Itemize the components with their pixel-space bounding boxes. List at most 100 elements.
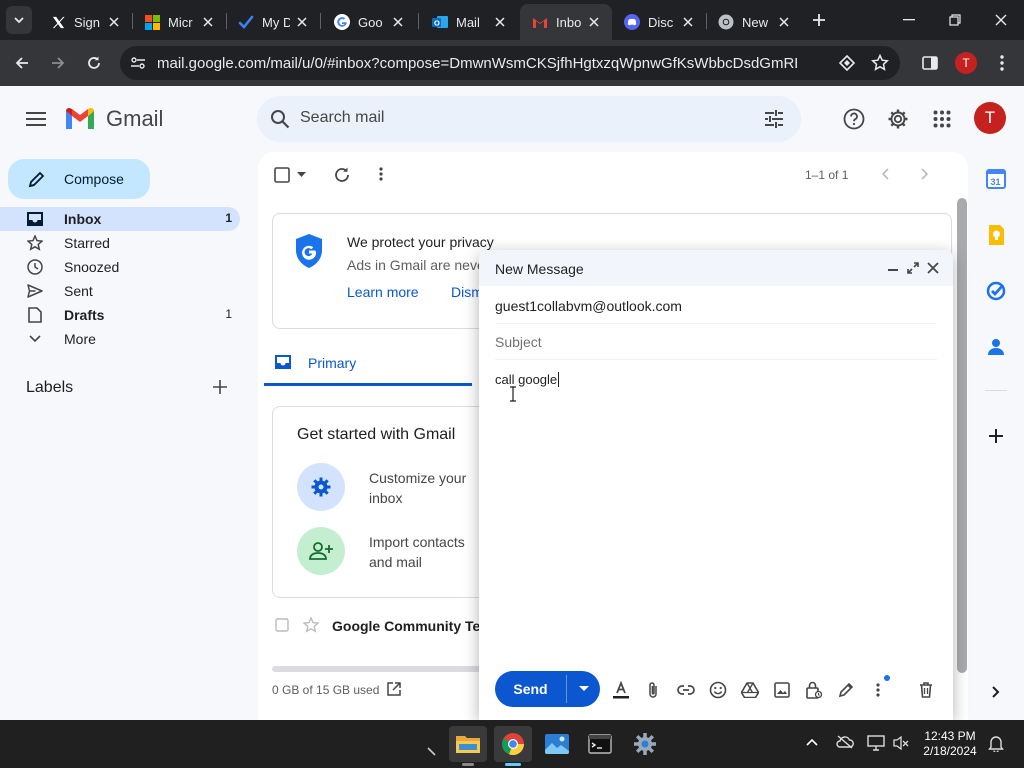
sidebar-item-sent[interactable]: Sent [0, 279, 240, 303]
import-contacts-button[interactable] [297, 527, 345, 575]
display-icon[interactable] [867, 735, 885, 751]
close-icon[interactable] [680, 14, 696, 30]
send-options-button[interactable] [567, 671, 600, 707]
main-menu-button[interactable] [16, 99, 56, 139]
customize-inbox-label[interactable]: Customize your inbox [369, 468, 479, 508]
tab-search-button[interactable] [6, 6, 32, 34]
close-icon[interactable] [927, 262, 939, 274]
onedrive-offline-icon[interactable] [836, 735, 854, 749]
chrome-taskbar-button[interactable] [494, 726, 532, 762]
link-icon[interactable] [675, 679, 697, 701]
tab-my-day[interactable]: My D [226, 4, 320, 40]
emoji-icon[interactable] [707, 679, 729, 701]
sidebar-item-drafts[interactable]: Drafts 1 [0, 303, 240, 327]
sidebar-item-snoozed[interactable]: Snoozed [0, 255, 240, 279]
star-icon[interactable] [303, 617, 319, 633]
drive-icon[interactable] [739, 679, 761, 701]
customize-inbox-button[interactable] [297, 463, 345, 511]
search-input[interactable]: Search mail [300, 109, 384, 127]
notification-bell-icon[interactable] [988, 734, 1004, 752]
settings-taskbar-button[interactable] [626, 726, 664, 762]
send-button[interactable]: Send [495, 671, 566, 707]
site-settings-icon[interactable] [130, 55, 146, 71]
profile-button[interactable]: T [952, 49, 980, 77]
row-checkbox[interactable] [275, 618, 289, 632]
google-apps-button[interactable] [922, 99, 962, 139]
show-hidden-icons-chevron-icon[interactable] [806, 738, 818, 746]
signature-pen-icon[interactable] [835, 679, 857, 701]
keep-app-icon[interactable] [983, 222, 1009, 248]
contacts-app-icon[interactable] [983, 334, 1009, 360]
side-panel-button[interactable] [916, 49, 944, 77]
formatting-icon[interactable] [610, 679, 632, 701]
more-options-icon[interactable] [867, 679, 889, 701]
learn-more-link[interactable]: Learn more [347, 284, 419, 300]
tab-google[interactable]: Goo [322, 4, 416, 40]
show-side-panel-button[interactable] [983, 679, 1009, 705]
insert-photo-icon[interactable] [771, 679, 793, 701]
browser-menu-button[interactable] [988, 49, 1016, 77]
close-icon[interactable] [106, 14, 122, 30]
back-button[interactable] [8, 49, 36, 77]
gmail-logo[interactable]: Gmail [64, 106, 163, 132]
tab-primary[interactable]: Primary [264, 342, 472, 386]
file-explorer-taskbar-button[interactable] [449, 726, 487, 762]
more-vertical-icon[interactable] [379, 167, 383, 181]
tasks-app-icon[interactable] [983, 278, 1009, 304]
tab-x[interactable]: Sign [38, 4, 132, 40]
volume-muted-icon[interactable] [893, 735, 909, 751]
close-icon[interactable] [586, 14, 602, 30]
tab-microsoft[interactable]: Micr [132, 4, 226, 40]
close-icon[interactable] [200, 14, 216, 30]
recipient-field[interactable]: guest1collabvm@outlook.com [495, 298, 682, 314]
extension-icon[interactable] [839, 55, 855, 71]
close-icon[interactable] [294, 14, 310, 30]
chevron-right-icon[interactable] [921, 168, 929, 180]
fullscreen-icon[interactable] [907, 262, 919, 274]
horizontal-scrollbar[interactable] [272, 666, 492, 672]
account-avatar[interactable]: T [974, 102, 1006, 134]
forward-button[interactable] [44, 49, 72, 77]
chevron-left-icon[interactable] [881, 168, 889, 180]
terminal-taskbar-button[interactable] [581, 726, 619, 762]
settings-button[interactable] [878, 99, 918, 139]
discard-draft-icon[interactable] [915, 679, 937, 701]
subject-field[interactable]: Subject [495, 334, 542, 350]
tab-discord[interactable]: Disc [612, 4, 706, 40]
compose-button[interactable]: Compose [8, 159, 150, 199]
import-contacts-label[interactable]: Import contacts and mail [369, 532, 479, 572]
calendar-app-icon[interactable]: 31 [983, 166, 1009, 192]
confidential-mode-icon[interactable] [803, 679, 825, 701]
select-all-checkbox[interactable] [274, 167, 290, 183]
close-window-button[interactable] [978, 0, 1024, 40]
message-body[interactable]: call google [495, 372, 560, 387]
bookmark-star-icon[interactable] [871, 54, 889, 72]
search-icon[interactable] [270, 109, 290, 129]
minimize-icon[interactable] [888, 269, 898, 272]
taskbar-clock[interactable]: 12:43 PM 2/18/2024 [918, 729, 982, 759]
search-bar[interactable]: Search mail [257, 96, 801, 142]
vertical-scrollbar[interactable] [957, 198, 967, 673]
open-external-icon[interactable] [387, 682, 401, 696]
create-label-button[interactable] [212, 379, 228, 395]
refresh-icon[interactable] [333, 166, 351, 184]
tab-outlook-mail[interactable]: O Mail [420, 4, 518, 40]
get-addons-button[interactable] [983, 423, 1009, 449]
tab-new-tab[interactable]: New [706, 4, 802, 40]
sidebar-item-starred[interactable]: Starred [0, 231, 240, 255]
search-options-icon[interactable] [764, 109, 784, 129]
tab-gmail-inbox[interactable]: Inbo [520, 4, 612, 40]
restore-window-button[interactable] [932, 0, 978, 40]
support-button[interactable] [834, 99, 874, 139]
minimize-window-button[interactable] [886, 0, 932, 40]
attachment-icon[interactable] [642, 679, 664, 701]
photos-taskbar-button[interactable] [538, 726, 576, 762]
reload-button[interactable] [80, 49, 108, 77]
close-icon[interactable] [390, 14, 406, 30]
new-tab-button[interactable] [806, 6, 832, 34]
compose-header[interactable]: New Message [479, 250, 953, 286]
sidebar-item-more[interactable]: More [0, 327, 240, 351]
close-icon[interactable] [776, 14, 792, 30]
close-icon[interactable] [492, 14, 508, 30]
select-dropdown-icon[interactable] [297, 172, 306, 178]
